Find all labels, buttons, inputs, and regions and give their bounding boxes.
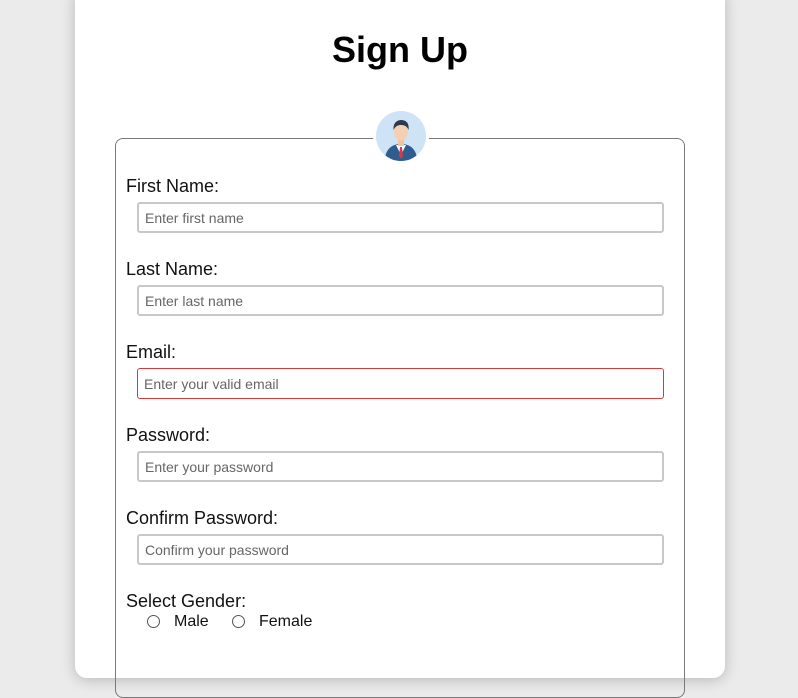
email-input[interactable] — [137, 368, 664, 399]
first-name-label: First Name: — [126, 176, 220, 196]
password-input[interactable] — [137, 451, 664, 482]
female-radio[interactable] — [232, 615, 245, 628]
user-avatar-icon — [376, 111, 426, 161]
female-radio-label: Female — [259, 613, 313, 630]
gender-option-female[interactable]: Female — [231, 613, 321, 633]
last-name-input[interactable] — [137, 285, 664, 316]
last-name-label: Last Name: — [126, 259, 219, 279]
first-name-input[interactable] — [137, 202, 664, 233]
page-title: Sign Up — [332, 29, 468, 70]
gender-label: Select Gender: — [126, 591, 247, 611]
male-radio-label: Male — [174, 613, 209, 630]
gender-option-male[interactable]: Male — [146, 613, 216, 633]
password-label: Password: — [126, 425, 211, 445]
signup-card: Sign Up First Name: Last Name: Email: Pa… — [75, 0, 725, 698]
confirm-password-label: Confirm Password: — [126, 508, 279, 528]
male-radio[interactable] — [147, 615, 160, 628]
email-label: Email: — [126, 342, 177, 362]
confirm-password-input[interactable] — [137, 534, 664, 565]
user-avatar-icon-graphic — [376, 111, 426, 161]
